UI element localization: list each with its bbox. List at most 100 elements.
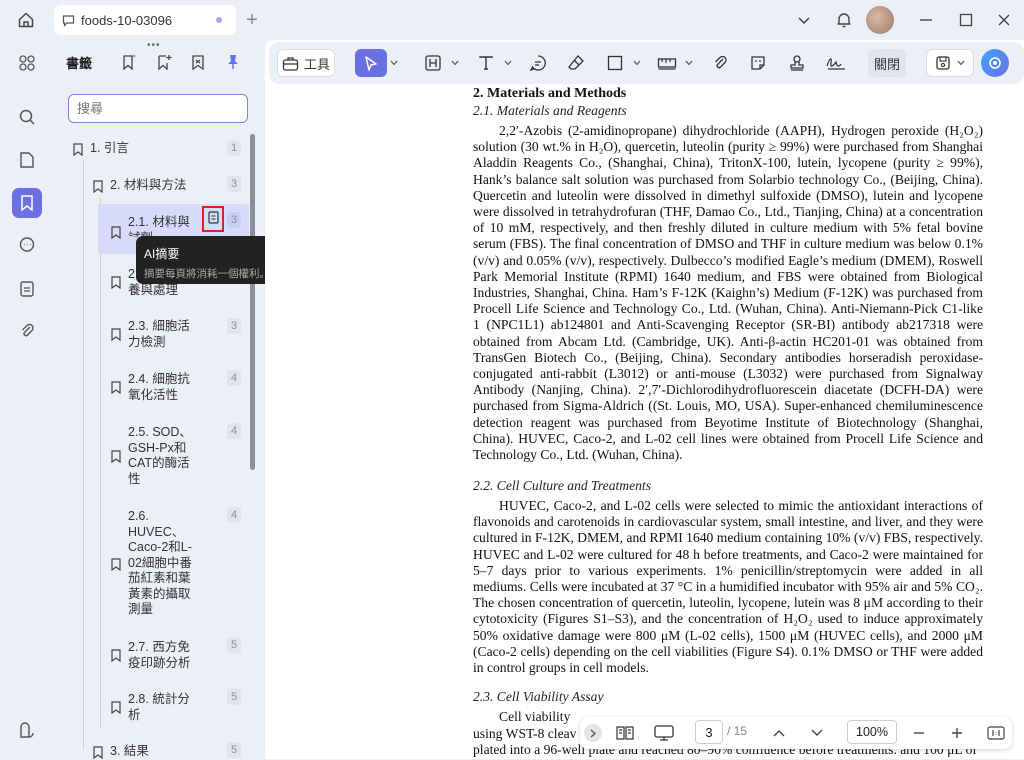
bookmark-item[interactable]: 2. 材料與方法 <box>92 178 222 194</box>
bookmark-label: 2.4. 細胞抗氧化活性 <box>128 372 190 402</box>
minimize-icon[interactable] <box>914 8 938 32</box>
unsaved-dot <box>216 17 222 23</box>
panel-scrollbar[interactable] <box>250 134 255 470</box>
remove-bookmark-icon[interactable] <box>187 50 209 74</box>
page-badge: 4 <box>227 507 241 523</box>
grid-icon[interactable] <box>12 48 42 78</box>
pin-icon[interactable] <box>222 50 244 74</box>
bookmark-icon <box>110 449 122 463</box>
bookmark-item[interactable]: 2.3. 細胞活力檢測 <box>110 319 210 350</box>
close-icon[interactable] <box>992 8 1016 32</box>
highlight-tool-icon[interactable] <box>419 49 447 77</box>
page-thumbnail-icon[interactable] <box>12 145 42 175</box>
sticker-tool-icon[interactable] <box>744 49 772 77</box>
bookmark-item[interactable]: 2.4. 細胞抗氧化活性 <box>110 372 210 403</box>
collapse-nav-button[interactable] <box>584 724 602 742</box>
maximize-icon[interactable] <box>954 8 978 32</box>
add-bookmark-icon[interactable] <box>153 50 175 74</box>
measure-tool-icon[interactable] <box>653 49 681 77</box>
eraser-tool-icon[interactable] <box>562 49 590 77</box>
bookmark-panel: 書籤 ••• 1. 引言 1 2. 材料與方法 3 2.1. 材料與試劑 3 2… <box>52 40 292 760</box>
bookmark-icon <box>110 700 122 714</box>
page-badge: 4 <box>227 370 241 386</box>
select-tool-button[interactable] <box>355 49 387 77</box>
bookmark-icon <box>92 745 104 759</box>
bookmark-icon <box>110 648 122 662</box>
chevron-down-icon[interactable] <box>683 49 695 77</box>
tools-label: 工具 <box>303 56 330 72</box>
page-total: / 15 <box>727 724 748 738</box>
bookmark-search-input[interactable] <box>68 94 248 123</box>
tab-title: foods-10-03096 <box>81 12 173 28</box>
ai-summary-button[interactable] <box>202 206 224 232</box>
bookmark-label: 2.3. 細胞活力檢測 <box>128 319 190 349</box>
bookmark-item[interactable]: 1. 引言 <box>72 141 222 157</box>
chevron-down-icon[interactable] <box>631 49 643 77</box>
actual-size-icon[interactable] <box>985 721 1007 745</box>
document-tab[interactable]: foods-10-03096 <box>54 5 236 35</box>
document-viewer[interactable]: ioc 2. Materials and Methods 2.1. Materi… <box>265 40 1024 759</box>
search-icon[interactable] <box>12 102 42 132</box>
bookmark-icon <box>110 225 122 239</box>
close-toolbar-label: 關閉 <box>873 56 900 72</box>
page-layout-icon[interactable] <box>612 721 638 745</box>
bookmark-item[interactable]: 2.5. SOD、GSH-Px和CAT的酶活性 <box>110 425 210 487</box>
bookmark-label: 2.7. 西方免疫印跡分析 <box>128 640 191 670</box>
bookmark-icon <box>72 142 84 156</box>
page-badge: 5 <box>227 689 241 705</box>
home-icon[interactable] <box>14 8 38 32</box>
ai-assistant-icon[interactable] <box>981 49 1009 77</box>
new-tab-button[interactable]: + <box>240 8 264 32</box>
bookmark-label: 2. 材料與方法 <box>110 178 187 192</box>
signature-tool-icon[interactable] <box>821 49 851 77</box>
paperclip-icon[interactable] <box>12 316 42 346</box>
bell-icon[interactable] <box>832 8 856 32</box>
page-badge: 5 <box>227 637 241 653</box>
cursor-icon <box>364 55 378 72</box>
note-tool-icon[interactable] <box>524 49 552 77</box>
zoom-out-icon[interactable] <box>908 721 930 745</box>
paragraph: HUVEC, Caco-2, and L-02 cells were selec… <box>473 498 983 676</box>
bookmark-item[interactable]: 3. 結果 <box>92 744 222 760</box>
presentation-icon[interactable] <box>650 721 678 745</box>
tree-line <box>83 160 84 750</box>
bookmark-item[interactable]: 2.8. 統計分析 <box>110 692 210 723</box>
chevron-down-icon[interactable] <box>502 49 514 77</box>
bookmark-panel-icon[interactable] <box>12 188 42 218</box>
text-tool-icon[interactable] <box>472 49 500 77</box>
bookmark-label: 1. 引言 <box>90 141 129 155</box>
ai-summary-icon <box>207 210 220 229</box>
bookmark-item[interactable]: 2.6. HUVEC、Caco-2和L-02細胞中番茄紅素和葉黃素的攝取測量 <box>110 509 210 618</box>
stamp-tool-icon[interactable] <box>783 49 811 77</box>
next-page-icon[interactable] <box>806 721 828 745</box>
save-menu-button[interactable] <box>926 49 974 77</box>
zoom-level[interactable]: 100% <box>847 720 897 744</box>
page-badge: 3 <box>227 318 241 334</box>
attach-tool-icon[interactable] <box>706 49 734 77</box>
tree-line <box>100 198 101 728</box>
avatar[interactable] <box>866 6 894 34</box>
chevron-down-icon[interactable] <box>449 49 461 77</box>
title-bar: foods-10-03096 + <box>0 0 1024 40</box>
tooltip-title: AI摘要 <box>144 247 180 261</box>
page-number-input[interactable]: 3 <box>695 720 723 744</box>
shape-tool-icon[interactable] <box>601 49 629 77</box>
chevron-down-icon[interactable] <box>792 8 816 32</box>
attachment-panel-icon[interactable] <box>12 274 42 304</box>
zoom-in-icon[interactable] <box>946 721 968 745</box>
subsection-title: 2.1. Materials and Reagents <box>473 103 627 118</box>
chevron-down-icon[interactable] <box>388 49 400 77</box>
comment-panel-icon[interactable] <box>12 230 42 260</box>
theme-icon[interactable] <box>12 716 42 746</box>
bookmark-icon <box>110 327 122 341</box>
bookmark-icon <box>110 380 122 394</box>
section-heading: 2. Materials and Methods <box>473 86 627 101</box>
page-badge: 3 <box>227 176 241 192</box>
add-bookmark-ai-icon[interactable] <box>118 50 140 74</box>
bookmark-item[interactable]: 2.7. 西方免疫印跡分析 <box>110 640 210 671</box>
left-rail <box>0 40 52 759</box>
tools-button[interactable]: 工具 <box>277 49 335 77</box>
comment-icon <box>62 14 75 27</box>
previous-page-icon[interactable] <box>768 721 790 745</box>
close-toolbar-button[interactable]: 關閉 <box>868 49 906 77</box>
